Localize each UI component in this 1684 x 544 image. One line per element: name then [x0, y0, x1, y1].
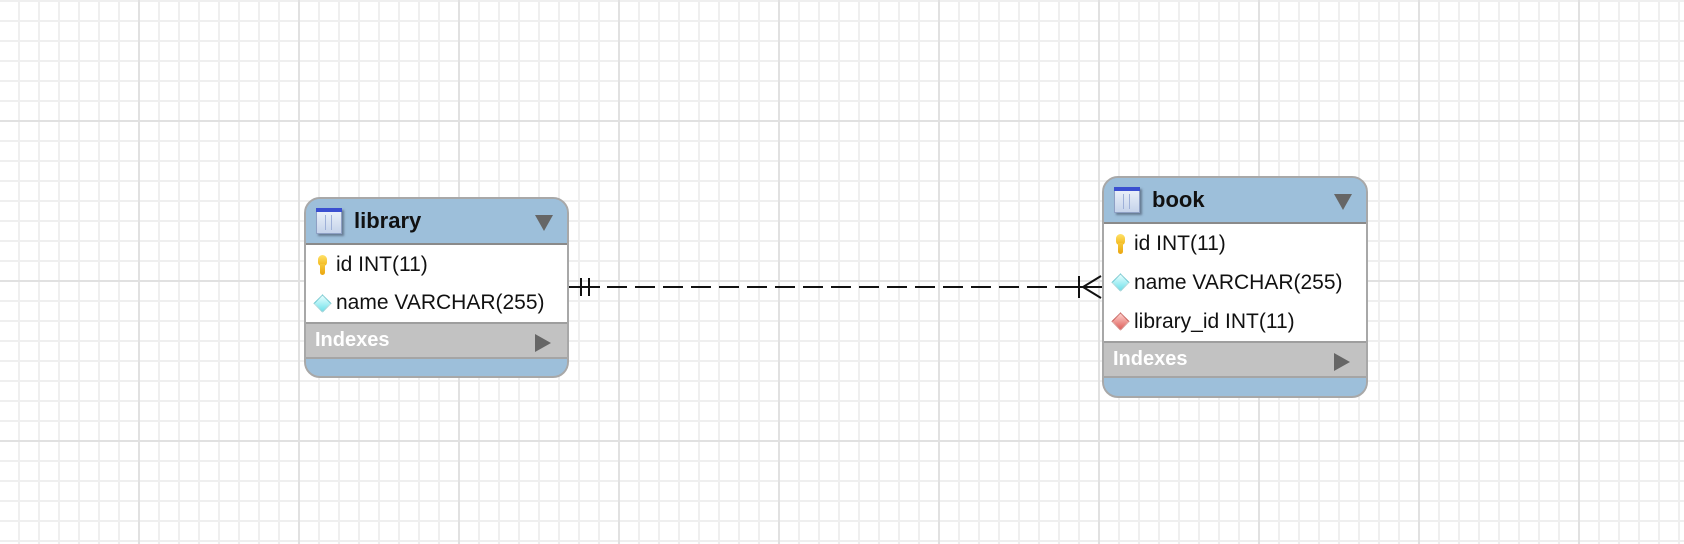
primary-key-icon: [1115, 233, 1125, 254]
indexes-section[interactable]: Indexes: [1104, 341, 1366, 378]
table-book[interactable]: book id INT(11) name VARCHAR(255) librar…: [1102, 176, 1368, 398]
column-row[interactable]: name VARCHAR(255): [1104, 263, 1366, 302]
relationship-library-book[interactable]: [569, 275, 1102, 299]
foreign-key-diamond-icon: [1110, 312, 1130, 331]
table-icon: [1114, 187, 1140, 213]
column-label: library_id INT(11): [1134, 309, 1295, 333]
table-footer: [306, 359, 567, 375]
column-label: id INT(11): [336, 252, 428, 276]
table-title: book: [1152, 187, 1205, 212]
column-diamond-icon: [1110, 273, 1130, 292]
indexes-label: Indexes: [1113, 348, 1188, 370]
indexes-label: Indexes: [315, 329, 390, 351]
expand-arrow-icon[interactable]: [1334, 353, 1350, 371]
column-row[interactable]: name VARCHAR(255): [306, 284, 567, 322]
relationship-layer: [569, 275, 1102, 299]
er-diagram-canvas[interactable]: library id INT(11) name VARCHAR(255) Ind…: [0, 0, 1684, 544]
column-diamond-icon: [312, 293, 332, 313]
column-label: id INT(11): [1134, 231, 1226, 255]
column-row[interactable]: id INT(11): [306, 245, 567, 284]
table-header[interactable]: library: [306, 199, 567, 245]
collapse-arrow-icon[interactable]: [1334, 194, 1352, 210]
expand-arrow-icon[interactable]: [535, 334, 551, 352]
column-row[interactable]: library_id INT(11): [1104, 302, 1366, 341]
table-title: library: [354, 208, 422, 233]
column-label: name VARCHAR(255): [1134, 270, 1343, 294]
table-library[interactable]: library id INT(11) name VARCHAR(255) Ind…: [304, 197, 569, 378]
indexes-section[interactable]: Indexes: [306, 322, 567, 359]
column-label: name VARCHAR(255): [336, 291, 545, 314]
collapse-arrow-icon[interactable]: [535, 215, 553, 231]
primary-key-icon: [317, 254, 327, 275]
column-list: id INT(11) name VARCHAR(255) library_id …: [1104, 224, 1366, 341]
column-list: id INT(11) name VARCHAR(255): [306, 245, 567, 322]
column-row[interactable]: id INT(11): [1104, 224, 1366, 263]
table-icon: [316, 208, 342, 234]
table-header[interactable]: book: [1104, 178, 1366, 224]
table-footer: [1104, 378, 1366, 394]
